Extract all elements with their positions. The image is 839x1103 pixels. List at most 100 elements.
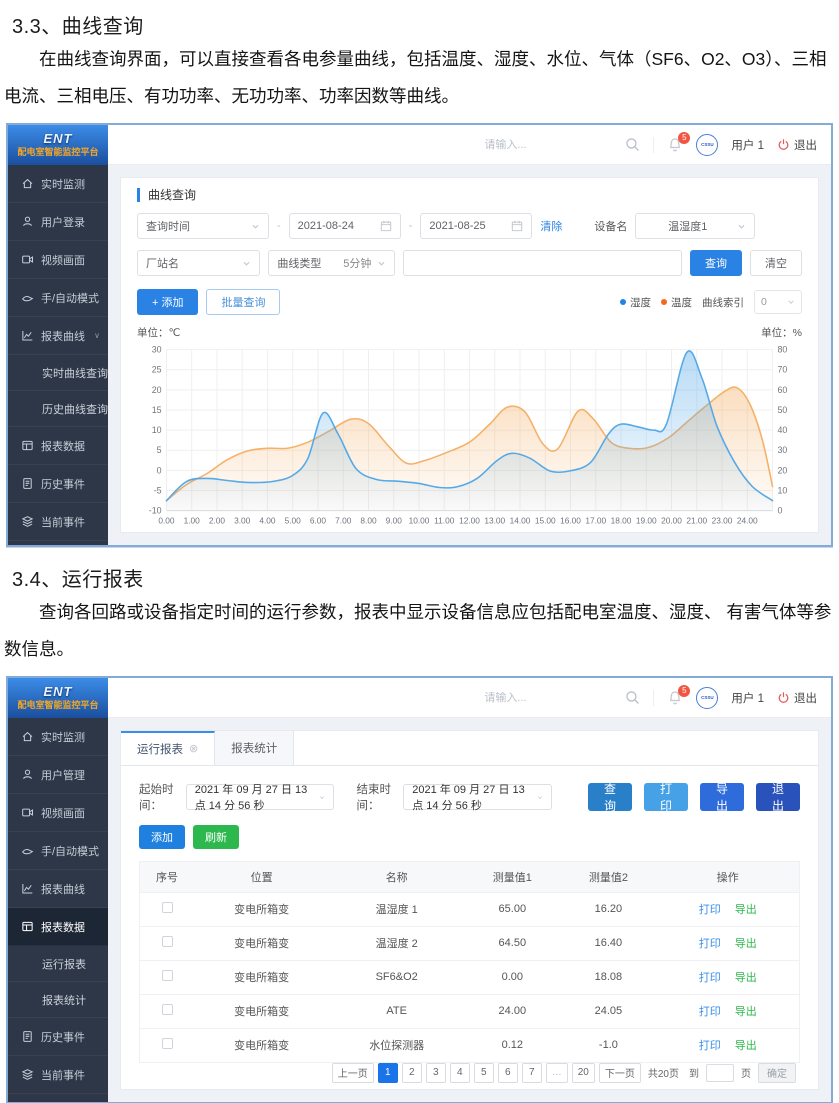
report-table-container: 序号位置名称测量值1测量值2操作 变电所箱变温湿度 165.0016.20打印导… xyxy=(139,861,800,1063)
sidebar-item[interactable]: 运行报表 xyxy=(8,946,108,982)
tab-close-icon[interactable]: ⊗ xyxy=(189,744,198,755)
sidebar-item[interactable]: 实时曲线查询 xyxy=(8,355,108,391)
sidebar: 实时监测用户登录视频画面手/自动模式报表曲线∨实时曲线查询历史曲线查询报表数据历… xyxy=(8,165,108,545)
query-time-select[interactable]: 查询时间 xyxy=(137,213,269,239)
report-panel: 运行报表⊗报表统计 起始时间： 2021 年 09 月 27 日 13 点 14… xyxy=(120,730,819,1090)
action-button-退出[interactable]: 退出 xyxy=(756,783,800,811)
cell-value1: 64.50 xyxy=(464,926,560,960)
next-page-button[interactable]: 下一页 xyxy=(599,1063,641,1083)
sidebar-item[interactable]: 视频画面 xyxy=(8,794,108,832)
sidebar-item[interactable]: 报表数据 xyxy=(8,908,108,946)
logout-label: 退出 xyxy=(794,137,817,153)
end-time-select[interactable]: 2021 年 09 月 27 日 13 点 14 分 56 秒 xyxy=(403,784,552,810)
search-input[interactable] xyxy=(484,692,619,704)
avatar[interactable]: CSSU xyxy=(696,687,718,709)
x-axis-tick: 11.00 xyxy=(434,515,455,525)
cell-actions: 打印 导出 xyxy=(656,994,799,1028)
action-button-查询[interactable]: 查询 xyxy=(588,783,632,811)
print-link[interactable]: 打印 xyxy=(699,972,721,984)
export-link[interactable]: 导出 xyxy=(735,904,757,916)
search-input[interactable] xyxy=(484,139,619,151)
row-checkbox[interactable] xyxy=(162,936,173,947)
sidebar-item[interactable]: 报表统计 xyxy=(8,982,108,1018)
print-link[interactable]: 打印 xyxy=(699,1006,721,1018)
table-row: 变电所箱变ATE24.0024.05打印导出 xyxy=(140,994,799,1028)
app-logo: ENT 配电室智能监控平台 xyxy=(8,125,108,165)
page-button-1[interactable]: 1 xyxy=(378,1063,398,1083)
export-link[interactable]: 导出 xyxy=(735,972,757,984)
print-link[interactable]: 打印 xyxy=(699,904,721,916)
batch-query-button[interactable]: 批量查询 xyxy=(206,289,280,315)
sidebar-item[interactable]: 视频画面 xyxy=(8,241,108,279)
export-link[interactable]: 导出 xyxy=(735,1040,757,1052)
sidebar-item[interactable]: 报表数据 xyxy=(8,427,108,465)
logout-button[interactable]: 退出 xyxy=(777,690,817,706)
page-button-7[interactable]: 7 xyxy=(522,1063,542,1083)
add-button[interactable]: + 添加 xyxy=(137,289,198,315)
cell-value2: 18.08 xyxy=(560,960,656,994)
sidebar-item[interactable]: 实时监测 xyxy=(8,165,108,203)
start-time-select[interactable]: 2021 年 09 月 27 日 13 点 14 分 56 秒 xyxy=(186,784,335,810)
page-button-6[interactable]: 6 xyxy=(498,1063,518,1083)
action-button-打印[interactable]: 打印 xyxy=(644,783,688,811)
confirm-button[interactable]: 确定 xyxy=(758,1063,796,1083)
sidebar-item[interactable]: 报表曲线∨ xyxy=(8,317,108,355)
legend-item[interactable]: 湿度 xyxy=(620,295,651,310)
curve-index-select[interactable]: 0 xyxy=(754,290,802,314)
export-link[interactable]: 导出 xyxy=(735,938,757,950)
print-link[interactable]: 打印 xyxy=(699,1040,721,1052)
date-to-input[interactable]: 2021-08-25 xyxy=(420,213,532,239)
sidebar-item[interactable]: 手/自动模式 xyxy=(8,832,108,870)
page-button-5[interactable]: 5 xyxy=(474,1063,494,1083)
sidebar-item[interactable]: 当前事件 xyxy=(8,1056,108,1094)
sidebar-item[interactable]: 实时监测 xyxy=(8,718,108,756)
action-button-导出[interactable]: 导出 xyxy=(700,783,744,811)
refresh-button[interactable]: 刷新 xyxy=(193,825,239,849)
print-link[interactable]: 打印 xyxy=(699,938,721,950)
sidebar-item-label: 历史事件 xyxy=(41,1029,85,1045)
avatar[interactable]: CSSU xyxy=(696,134,718,156)
page-button-3[interactable]: 3 xyxy=(426,1063,446,1083)
prev-page-button[interactable]: 上一页 xyxy=(332,1063,374,1083)
sidebar-item[interactable]: 历史事件 xyxy=(8,465,108,503)
row-checkbox[interactable] xyxy=(162,902,173,913)
legend-item[interactable]: 温度 xyxy=(661,295,692,310)
page-ellipsis[interactable]: … xyxy=(546,1063,568,1083)
tab-active[interactable]: 运行报表⊗ xyxy=(121,731,215,765)
page-button-4[interactable]: 4 xyxy=(450,1063,470,1083)
goto-page-input[interactable] xyxy=(706,1064,734,1082)
notification-bell-icon[interactable]: 5 xyxy=(667,137,683,153)
station-select[interactable]: 厂站名 xyxy=(137,250,260,276)
search-icon[interactable] xyxy=(625,137,640,152)
export-link[interactable]: 导出 xyxy=(735,1006,757,1018)
sidebar-item[interactable]: 历史事件 xyxy=(8,1018,108,1056)
date-from-input[interactable]: 2021-08-24 xyxy=(289,213,401,239)
sidebar-item[interactable]: 用户管理 xyxy=(8,756,108,794)
row-checkbox[interactable] xyxy=(162,1038,173,1049)
search-icon[interactable] xyxy=(625,690,640,705)
sidebar-item[interactable]: 历史曲线查询 xyxy=(8,391,108,427)
clear-link[interactable]: 清除 xyxy=(540,218,562,234)
row-checkbox[interactable] xyxy=(162,970,173,981)
logout-button[interactable]: 退出 xyxy=(777,137,817,153)
table-row: 变电所箱变SF6&O20.0018.08打印导出 xyxy=(140,960,799,994)
sidebar-item[interactable]: 当前事件 xyxy=(8,503,108,541)
sidebar-item[interactable]: 报表曲线 xyxy=(8,870,108,908)
notification-bell-icon[interactable]: 5 xyxy=(667,690,683,706)
legend-dot xyxy=(661,299,667,305)
device-select[interactable]: 温湿度1 xyxy=(635,213,755,239)
add-button[interactable]: 添加 xyxy=(139,825,185,849)
page-button-20[interactable]: 20 xyxy=(572,1063,595,1083)
sidebar-item[interactable]: 用户登录 xyxy=(8,203,108,241)
curve-type-select[interactable]: 曲线类型 5分钟 xyxy=(268,250,395,276)
row-checkbox[interactable] xyxy=(162,1004,173,1015)
tab-inactive[interactable]: 报表统计 xyxy=(215,731,294,765)
sidebar-item[interactable]: 手/自动模式 xyxy=(8,279,108,317)
chevron-down-icon xyxy=(251,222,260,231)
page-button-2[interactable]: 2 xyxy=(402,1063,422,1083)
query-button[interactable]: 查询 xyxy=(690,250,742,276)
empty-button[interactable]: 清空 xyxy=(750,250,802,276)
home-icon xyxy=(21,730,34,743)
curve-index-value: 0 xyxy=(761,296,767,308)
free-text-input[interactable] xyxy=(403,250,682,276)
